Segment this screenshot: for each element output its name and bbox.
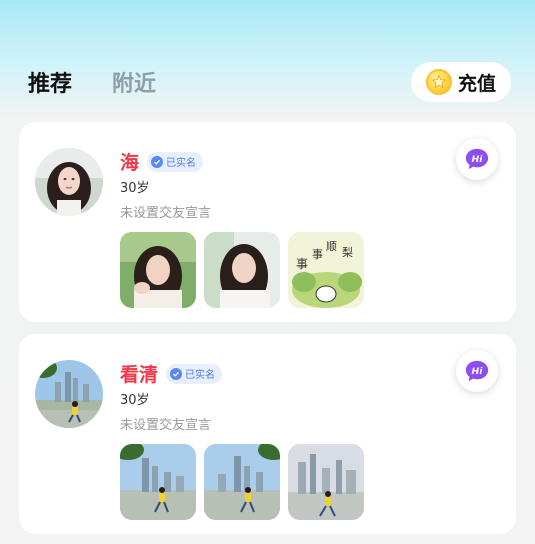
photo-row	[120, 444, 364, 520]
name-row: 看清 已实名	[120, 360, 223, 387]
svg-text:事: 事	[312, 248, 323, 261]
user-age: 30岁	[120, 393, 150, 408]
hi-button[interactable]: Hi	[456, 350, 498, 392]
top-tabs: 推荐 附近	[28, 66, 156, 98]
city-skyline-photo[interactable]	[288, 444, 364, 520]
name-row: 海 已实名	[120, 148, 204, 175]
user-name: 海	[120, 152, 140, 174]
tab-recommend[interactable]: 推荐	[28, 66, 72, 98]
portrait-photo[interactable]	[120, 232, 196, 308]
chat-bubble-icon: Hi	[465, 360, 489, 382]
user-card[interactable]: 海 已实名 30岁 未设置交友宣言 Hi 事 事 顺 梨	[19, 122, 516, 322]
verified-badge: 已实名	[147, 151, 204, 172]
cartoon-sticker-photo[interactable]: 事 事 顺 梨	[288, 232, 364, 308]
check-icon	[151, 155, 164, 168]
coin-icon	[425, 69, 452, 95]
photo-row: 事 事 顺 梨	[120, 232, 364, 308]
verified-label: 已实名	[185, 370, 216, 381]
user-card[interactable]: 看清 已实名 30岁 未设置交友宣言 Hi	[19, 334, 516, 534]
user-motto: 未设置交友宣言	[120, 418, 212, 433]
portrait-photo[interactable]	[204, 232, 280, 308]
user-name: 看清	[120, 364, 159, 386]
city-skyline-photo[interactable]	[120, 444, 196, 520]
city-skyline-photo[interactable]	[204, 444, 280, 520]
tab-nearby[interactable]: 附近	[112, 66, 156, 98]
verified-badge: 已实名	[166, 363, 223, 384]
verified-label: 已实名	[166, 158, 197, 169]
hi-button[interactable]: Hi	[456, 138, 498, 180]
svg-text:顺: 顺	[326, 240, 337, 253]
svg-text:事: 事	[296, 257, 308, 271]
avatar[interactable]	[35, 360, 103, 428]
hi-label: Hi	[472, 366, 484, 377]
recharge-label: 充值	[457, 72, 496, 95]
check-icon	[170, 367, 183, 380]
user-motto: 未设置交友宣言	[120, 206, 212, 221]
svg-text:梨: 梨	[342, 245, 353, 259]
user-age: 30岁	[120, 181, 150, 196]
chat-bubble-icon: Hi	[465, 148, 489, 170]
avatar[interactable]	[35, 148, 103, 216]
recharge-button[interactable]: 充值	[411, 62, 511, 102]
hi-label: Hi	[472, 154, 484, 165]
